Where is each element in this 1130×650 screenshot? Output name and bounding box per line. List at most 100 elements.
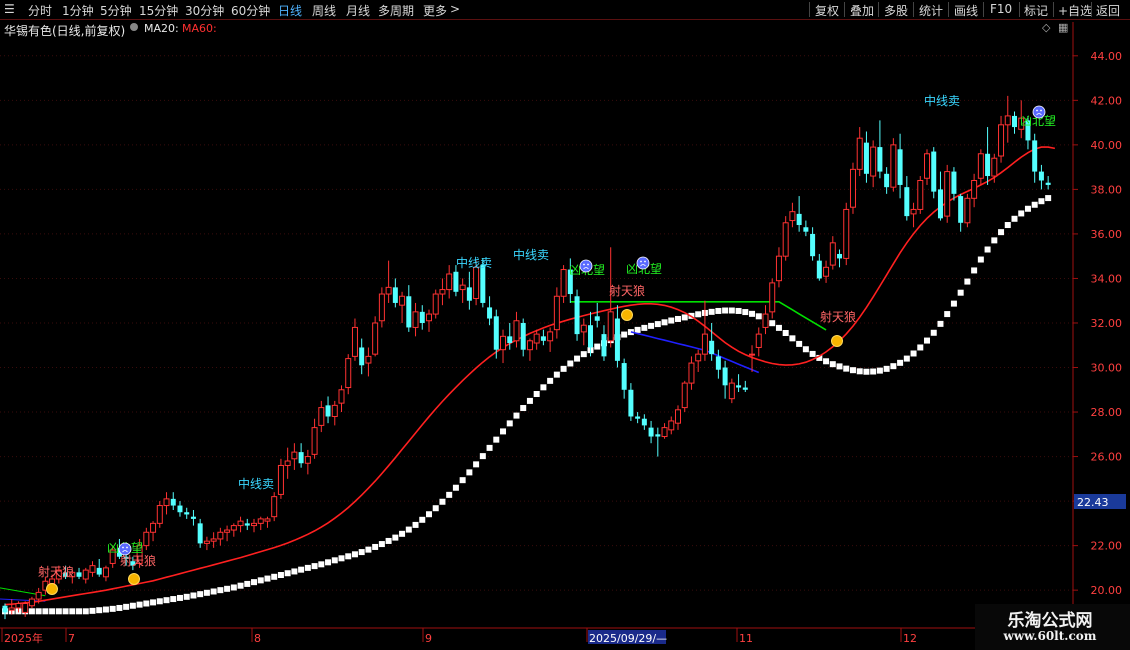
candle-body-up bbox=[425, 313, 432, 322]
white-step-line-segment bbox=[654, 321, 661, 328]
candlestick-chart[interactable]: 中线卖中线卖中线卖中线卖凶北望凶北望凶北望凶北望射天狼射天狼射天狼射天狼 20.… bbox=[0, 0, 1130, 650]
white-step-line-segment bbox=[479, 453, 486, 460]
frown-face-icon bbox=[636, 256, 650, 270]
candle-body-down bbox=[722, 367, 728, 386]
frown-face-icon bbox=[1032, 105, 1046, 119]
candle-body-down bbox=[709, 340, 715, 355]
white-step-line-segment bbox=[163, 597, 170, 604]
candle-body-up bbox=[8, 607, 15, 611]
white-step-line-segment bbox=[769, 320, 776, 327]
candle-body-down bbox=[96, 567, 102, 575]
white-step-line-segment bbox=[190, 592, 197, 599]
white-step-line-segment bbox=[553, 371, 560, 378]
white-step-line-segment bbox=[695, 311, 702, 318]
white-step-line-segment bbox=[735, 307, 742, 314]
white-step-line-segment bbox=[345, 553, 352, 560]
x-tick-label: 7 bbox=[68, 632, 75, 645]
white-step-line-segment bbox=[55, 608, 62, 615]
candle-body-up bbox=[338, 389, 345, 404]
white-step-line-segment bbox=[129, 602, 136, 609]
white-step-line-segment bbox=[641, 324, 648, 331]
white-step-line-segment bbox=[775, 324, 782, 331]
white-step-line-segment bbox=[452, 484, 459, 491]
white-step-line-segment bbox=[291, 568, 298, 575]
white-step-line-segment bbox=[432, 505, 439, 512]
white-step-line-segment bbox=[789, 335, 796, 342]
white-step-line-segment bbox=[897, 359, 904, 366]
candle-body-down bbox=[325, 405, 331, 417]
white-step-line-segment bbox=[277, 572, 284, 579]
last-price-label: 22.43 bbox=[1077, 496, 1109, 509]
candle-body-up bbox=[755, 333, 762, 348]
white-step-line-segment bbox=[977, 256, 984, 263]
candle-body-up bbox=[977, 153, 984, 179]
candle-body-up bbox=[291, 451, 298, 460]
white-step-line-segment bbox=[28, 608, 35, 615]
candle-body-down bbox=[76, 572, 82, 577]
candle-body-down bbox=[863, 142, 869, 174]
candle-body-up bbox=[230, 525, 237, 531]
candles bbox=[2, 95, 1051, 620]
candle-body-up bbox=[547, 331, 554, 342]
white-step-line-segment bbox=[944, 311, 951, 318]
candle-body-down bbox=[655, 434, 661, 437]
candle-body-down bbox=[1012, 115, 1017, 128]
y-tick-label: 40.00 bbox=[1091, 139, 1123, 152]
white-step-line-segment bbox=[62, 608, 69, 615]
y-tick-label: 38.00 bbox=[1091, 183, 1123, 196]
candle-body-down bbox=[1045, 182, 1051, 185]
y-tick-label: 44.00 bbox=[1091, 50, 1123, 63]
y-tick-label: 36.00 bbox=[1091, 228, 1123, 241]
white-step-line-segment bbox=[123, 603, 130, 610]
white-step-line-segment bbox=[796, 340, 803, 347]
candle-body-down bbox=[648, 427, 654, 437]
candle-body-up bbox=[870, 146, 877, 177]
white-step-line-segment bbox=[661, 319, 668, 326]
candle-body-down bbox=[190, 516, 196, 519]
candle-body-down bbox=[2, 605, 8, 613]
axes: 20.0022.0024.0026.0028.0030.0032.0034.00… bbox=[0, 22, 1130, 645]
white-step-line-segment bbox=[244, 580, 251, 587]
white-step-line-segment bbox=[156, 598, 163, 605]
white-step-line-segment bbox=[439, 498, 446, 505]
white-step-line-segment bbox=[567, 360, 574, 367]
candle-body-down bbox=[877, 147, 883, 172]
frown-face-icon bbox=[118, 542, 132, 556]
candle-body-up bbox=[412, 311, 419, 328]
white-step-line-segment bbox=[668, 317, 675, 324]
frown-face-circle bbox=[118, 542, 132, 556]
signal-label: 中线卖 bbox=[456, 255, 492, 270]
candle-body-down bbox=[810, 233, 816, 257]
white-step-line-segment bbox=[224, 585, 231, 592]
candle-body-up bbox=[257, 518, 264, 524]
candle-body-up bbox=[775, 255, 782, 282]
white-step-line-segment bbox=[749, 310, 756, 317]
signal-label: 射天狼 bbox=[609, 283, 645, 298]
white-step-line-segment bbox=[843, 365, 850, 372]
white-step-line-segment bbox=[1045, 195, 1052, 202]
candle-body-down bbox=[803, 227, 809, 232]
white-step-line-segment bbox=[533, 391, 540, 398]
y-tick-label: 34.00 bbox=[1091, 272, 1123, 285]
white-step-line-segment bbox=[715, 307, 722, 314]
white-step-line-segment bbox=[1018, 210, 1025, 217]
white-step-line-segment bbox=[540, 384, 547, 391]
candle-body-up bbox=[82, 569, 89, 580]
white-step-line-segment bbox=[399, 530, 406, 537]
white-step-line-segment bbox=[917, 344, 924, 351]
white-step-line-segment bbox=[35, 608, 42, 615]
candle-body-up bbox=[526, 340, 533, 351]
white-step-line-segment bbox=[856, 368, 863, 375]
candle-body-up bbox=[432, 293, 439, 315]
candle-body-down bbox=[574, 296, 580, 335]
candle-body-up bbox=[372, 322, 379, 355]
candle-body-up bbox=[102, 567, 109, 578]
candle-body-down bbox=[177, 505, 183, 513]
candle-body-up bbox=[150, 522, 157, 533]
candle-body-down bbox=[628, 389, 634, 417]
white-step-line-segment bbox=[742, 309, 749, 316]
white-step-line-segment bbox=[392, 534, 399, 541]
white-step-line-segment bbox=[251, 579, 258, 586]
white-step-line-segment bbox=[722, 307, 729, 314]
candle-body-up bbox=[924, 153, 931, 179]
